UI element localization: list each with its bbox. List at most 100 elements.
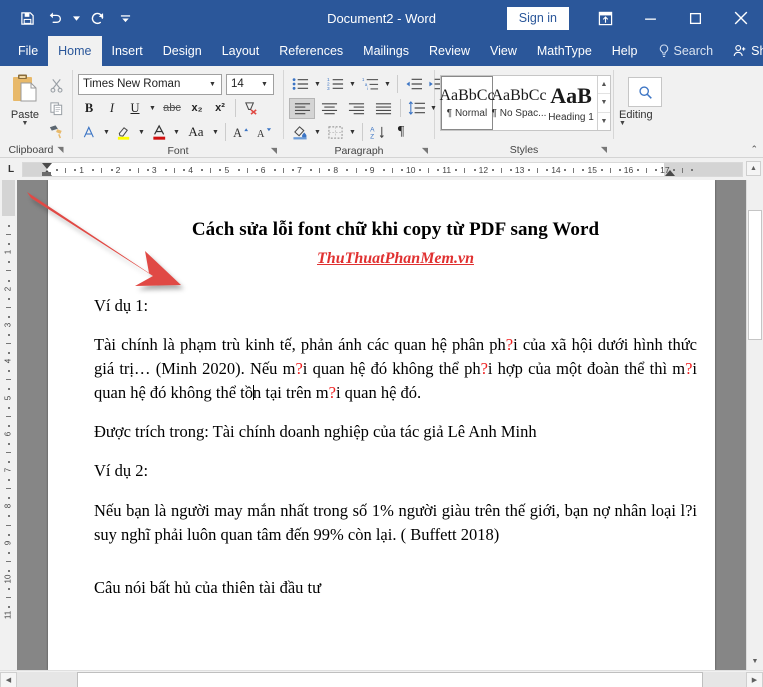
share-button[interactable]: Share bbox=[723, 36, 763, 66]
minimize-icon[interactable] bbox=[628, 0, 673, 36]
font-name-combobox[interactable]: Times New Roman ▼ bbox=[78, 73, 222, 95]
style-no-spacing[interactable]: AaBbCc ¶ No Spac... bbox=[491, 76, 546, 130]
sort-icon[interactable]: AZ bbox=[367, 122, 389, 143]
align-right-button[interactable] bbox=[343, 98, 369, 119]
numbering-dropdown-icon[interactable]: ▼ bbox=[347, 74, 358, 95]
format-painter-icon[interactable] bbox=[45, 121, 67, 142]
shrink-font-icon[interactable]: A bbox=[253, 122, 275, 143]
font-name-dropdown-icon[interactable]: ▼ bbox=[206, 81, 219, 88]
styles-more-icon[interactable]: ▼ bbox=[598, 113, 610, 130]
tab-review[interactable]: Review bbox=[419, 36, 480, 66]
customize-quick-access-toolbar-icon[interactable] bbox=[112, 5, 138, 31]
clear-formatting-icon[interactable] bbox=[240, 98, 262, 119]
font-dialog-launcher-icon[interactable]: ◥ bbox=[271, 146, 277, 155]
scroll-right-button[interactable]: ▶ bbox=[746, 671, 763, 687]
style-normal[interactable]: AaBbCc ¶ Normal bbox=[439, 76, 495, 130]
superscript-button[interactable]: x² bbox=[209, 98, 231, 119]
bold-button[interactable]: B bbox=[78, 98, 100, 119]
vertical-scroll-track[interactable] bbox=[747, 180, 763, 653]
tab-layout[interactable]: Layout bbox=[212, 36, 270, 66]
font-color-icon[interactable] bbox=[148, 122, 170, 143]
tab-mathtype[interactable]: MathType bbox=[527, 36, 602, 66]
font-size-combobox[interactable]: 14 ▼ bbox=[226, 73, 274, 95]
tab-references[interactable]: References bbox=[269, 36, 353, 66]
horizontal-scroll-track[interactable] bbox=[17, 671, 746, 687]
multilevel-list-icon[interactable]: 1ai bbox=[359, 74, 381, 95]
maximize-icon[interactable] bbox=[673, 0, 718, 36]
close-icon[interactable] bbox=[718, 0, 763, 36]
bullets-icon[interactable] bbox=[289, 74, 311, 95]
font-color-dropdown-icon[interactable]: ▼ bbox=[171, 122, 182, 143]
scroll-up-button[interactable]: ▲ bbox=[746, 161, 761, 176]
tab-mailings[interactable]: Mailings bbox=[353, 36, 419, 66]
vertical-scroll-thumb[interactable] bbox=[748, 210, 762, 340]
horizontal-scroll-thumb[interactable] bbox=[77, 671, 703, 687]
first-line-indent-marker[interactable] bbox=[42, 162, 52, 169]
underline-dropdown-icon[interactable]: ▼ bbox=[147, 98, 158, 119]
tab-view[interactable]: View bbox=[480, 36, 527, 66]
clipboard-dialog-launcher-icon[interactable]: ◥ bbox=[57, 145, 63, 154]
left-indent-marker[interactable] bbox=[42, 171, 51, 176]
styles-dialog-launcher-icon[interactable]: ◥ bbox=[601, 145, 607, 154]
borders-icon[interactable] bbox=[324, 122, 346, 143]
strikethrough-button[interactable]: abc bbox=[159, 98, 185, 119]
document-page[interactable]: Cách sửa lỗi font chữ khi copy từ PDF sa… bbox=[48, 180, 715, 670]
italic-button[interactable]: I bbox=[101, 98, 123, 119]
cut-icon[interactable] bbox=[45, 75, 67, 96]
tab-home[interactable]: Home bbox=[48, 36, 102, 66]
shading-dropdown-icon[interactable]: ▼ bbox=[312, 122, 323, 143]
text-effects-icon[interactable] bbox=[78, 122, 100, 143]
document-canvas[interactable]: Cách sửa lỗi font chữ khi copy từ PDF sa… bbox=[17, 180, 746, 670]
underline-button[interactable]: U bbox=[124, 98, 146, 119]
line-spacing-icon[interactable] bbox=[405, 98, 427, 119]
align-left-button[interactable] bbox=[289, 97, 315, 119]
styles-scroll-down-icon[interactable]: ▼ bbox=[598, 94, 610, 113]
scroll-left-button[interactable]: ◀ bbox=[0, 671, 17, 687]
scroll-down-button[interactable]: ▼ bbox=[747, 653, 763, 670]
grow-font-icon[interactable]: A bbox=[230, 122, 252, 143]
subscript-button[interactable]: x₂ bbox=[186, 98, 208, 119]
editing-button[interactable] bbox=[628, 77, 662, 107]
change-case-button[interactable]: Aa bbox=[183, 122, 209, 143]
tab-file[interactable]: File bbox=[8, 36, 48, 66]
ribbon-display-options-icon[interactable] bbox=[583, 0, 628, 36]
horizontal-scrollbar[interactable]: ◀ ▶ bbox=[0, 670, 763, 687]
change-case-dropdown-icon[interactable]: ▼ bbox=[210, 122, 221, 143]
save-icon[interactable] bbox=[14, 5, 40, 31]
text-highlight-color-icon[interactable] bbox=[113, 122, 135, 143]
show-formatting-marks-icon[interactable]: ¶ bbox=[390, 122, 412, 143]
tab-stop-selector[interactable]: L bbox=[0, 158, 22, 180]
undo-dropdown-icon[interactable] bbox=[70, 5, 82, 31]
multilevel-dropdown-icon[interactable]: ▼ bbox=[382, 74, 393, 95]
decrease-indent-icon[interactable] bbox=[402, 74, 424, 95]
font-size-dropdown-icon[interactable]: ▼ bbox=[258, 81, 271, 88]
vertical-scrollbar[interactable]: ▼ bbox=[746, 180, 763, 670]
vertical-ruler[interactable]: 1 2 3 4 5 6 7 8 9 10 11 bbox=[0, 180, 17, 670]
horizontal-ruler[interactable]: 1 2 3 4 5 6 7 8 9 10 11 12 13 14 15 16 17 bbox=[22, 161, 743, 177]
tab-help[interactable]: Help bbox=[602, 36, 648, 66]
paste-dropdown-icon[interactable]: ▼ bbox=[22, 120, 29, 127]
text-effects-dropdown-icon[interactable]: ▼ bbox=[101, 122, 112, 143]
bullets-dropdown-icon[interactable]: ▼ bbox=[312, 74, 323, 95]
tab-insert[interactable]: Insert bbox=[102, 36, 153, 66]
align-center-button[interactable] bbox=[316, 98, 342, 119]
copy-icon[interactable] bbox=[45, 98, 67, 119]
paste-button[interactable]: Paste ▼ bbox=[5, 73, 45, 127]
ruler-minor-tick bbox=[391, 167, 393, 173]
editing-dropdown-icon[interactable]: ▼ bbox=[619, 120, 626, 127]
tab-design[interactable]: Design bbox=[153, 36, 212, 66]
shading-icon[interactable] bbox=[289, 122, 311, 143]
redo-icon[interactable] bbox=[84, 5, 110, 31]
paragraph-dialog-launcher-icon[interactable]: ◥ bbox=[422, 146, 428, 155]
style-heading-1[interactable]: AaB Heading 1 bbox=[545, 76, 597, 130]
sign-in-button[interactable]: Sign in bbox=[506, 6, 569, 30]
numbering-icon[interactable]: 123 bbox=[324, 74, 346, 95]
justify-button[interactable] bbox=[370, 98, 396, 119]
highlight-dropdown-icon[interactable]: ▼ bbox=[136, 122, 147, 143]
search-box[interactable]: Search bbox=[648, 36, 724, 66]
undo-icon[interactable] bbox=[42, 5, 68, 31]
collapse-ribbon-icon[interactable]: ⌃ bbox=[750, 144, 758, 155]
document-body[interactable]: Cách sửa lỗi font chữ khi copy từ PDF sa… bbox=[48, 180, 715, 600]
styles-scroll-up-icon[interactable]: ▲ bbox=[598, 76, 610, 95]
borders-dropdown-icon[interactable]: ▼ bbox=[347, 122, 358, 143]
